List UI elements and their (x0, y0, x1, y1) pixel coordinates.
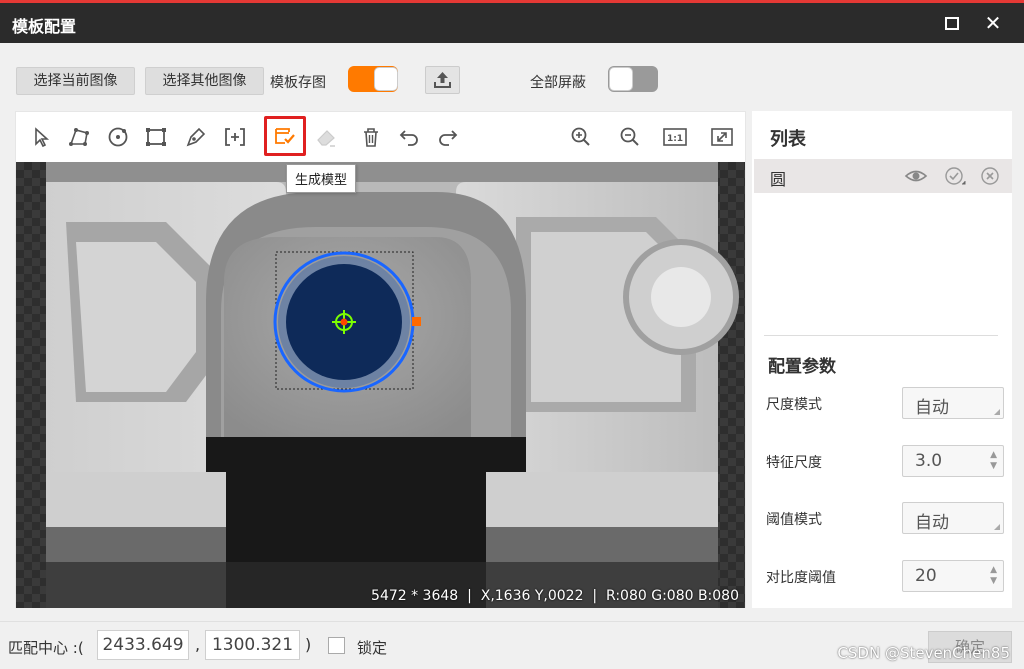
pen-icon[interactable] (183, 124, 209, 150)
title-bar: 模板配置 ✕ (0, 3, 1024, 43)
polygon-icon[interactable] (66, 124, 92, 150)
check-circle-icon[interactable] (944, 166, 966, 186)
maximize-button[interactable] (938, 9, 966, 37)
remove-circle-icon[interactable] (980, 166, 1002, 186)
generate-model-button[interactable] (264, 116, 306, 156)
drawing-toolbar: 1:1 (16, 112, 745, 162)
template-save-image-label: 模板存图 (270, 75, 326, 91)
actual-size-icon[interactable]: 1:1 (662, 124, 688, 150)
select-current-image-button[interactable]: 选择当前图像 (16, 67, 135, 95)
rectangle-icon[interactable] (143, 124, 169, 150)
generate-model-icon (275, 128, 295, 144)
close-button[interactable]: ✕ (979, 9, 1007, 37)
image-resolution: 5472 * 3648 (371, 588, 459, 604)
window-title: 模板配置 (12, 17, 77, 36)
param-label-contrast-threshold: 对比度阈值 (766, 570, 836, 586)
dialog-body: 选择当前图像 选择其他图像 模板存图 全部屏蔽 1:1 5472 * 3648 … (0, 43, 1024, 669)
upload-icon (434, 72, 451, 88)
feature-scale-value: 3.0 (915, 451, 943, 471)
spin-arrows-icon[interactable]: ▲ ▼ (990, 565, 997, 587)
eraser-icon[interactable] (313, 124, 339, 150)
coord-close-paren: ) (305, 635, 312, 654)
contrast-threshold-value: 20 (915, 566, 937, 586)
match-center-y-field[interactable]: 1300.321 (205, 630, 300, 660)
redo-icon[interactable] (435, 124, 461, 150)
dropdown-corner-icon (994, 409, 1000, 415)
delete-icon[interactable] (358, 124, 384, 150)
param-label-threshold-mode: 阈值模式 (766, 512, 822, 528)
select-arrow-icon[interactable] (28, 124, 54, 150)
upload-button[interactable] (425, 66, 460, 94)
right-panel: 列表 圆 配置参数 尺度模式 自动 特征尺度 3.0 ▲ ▼ 阈值模式 自动 对… (752, 111, 1012, 608)
bottom-bar: 匹配中心 :( 2433.649 , 1300.321 ) 锁定 确定 CSDN… (0, 621, 1024, 669)
circle-icon[interactable] (105, 124, 131, 150)
undo-icon[interactable] (396, 124, 422, 150)
toggle-knob (374, 67, 398, 91)
scale-mode-value: 自动 (915, 398, 949, 418)
params-title: 配置参数 (768, 357, 836, 377)
list-item-name: 圆 (770, 170, 787, 189)
add-region-icon[interactable] (222, 124, 248, 150)
scale-mode-select[interactable]: 自动 (902, 387, 1004, 419)
zoom-out-icon[interactable] (617, 124, 643, 150)
pixel-rgb: R:080 G:080 B:080 (606, 588, 739, 604)
watermark-text: CSDN @StevenChen85 (837, 644, 1010, 662)
contrast-threshold-stepper[interactable]: 20 ▲ ▼ (902, 560, 1004, 592)
toggle-knob (609, 67, 633, 91)
match-center-label: 匹配中心 :( (8, 639, 84, 657)
template-save-image-toggle[interactable] (348, 66, 398, 92)
select-other-image-button[interactable]: 选择其他图像 (145, 67, 264, 95)
close-icon: ✕ (984, 11, 1002, 35)
svg-text:1:1: 1:1 (667, 134, 683, 144)
threshold-mode-select[interactable]: 自动 (902, 502, 1004, 534)
cursor-position: X,1636 Y,0022 (480, 588, 584, 604)
fit-window-icon[interactable] (709, 124, 735, 150)
zoom-in-icon[interactable] (568, 124, 594, 150)
eye-icon[interactable] (904, 166, 928, 186)
camera-image (16, 162, 745, 608)
status-separator: | (462, 588, 477, 604)
list-title: 列表 (770, 129, 806, 150)
threshold-mode-value: 自动 (915, 513, 949, 533)
mask-all-label: 全部屏蔽 (530, 75, 586, 91)
list-item[interactable]: 圆 (754, 159, 1012, 193)
spin-arrows-icon[interactable]: ▲ ▼ (990, 450, 997, 472)
dropdown-corner-icon (994, 524, 1000, 530)
feature-scale-stepper[interactable]: 3.0 ▲ ▼ (902, 445, 1004, 477)
image-status-line: 5472 * 3648 | X,1636 Y,0022 | R:080 G:08… (371, 588, 739, 604)
image-canvas-panel: 1:1 5472 * 3648 | X,1636 Y,0022 | R:080 … (15, 111, 746, 608)
maximize-icon (945, 17, 959, 30)
coord-comma: , (195, 635, 201, 654)
param-label-feature-scale: 特征尺度 (766, 455, 822, 471)
lock-checkbox[interactable] (328, 637, 345, 654)
tooltip-generate-model: 生成模型 (286, 164, 357, 193)
status-separator: | (587, 588, 602, 604)
mask-all-toggle[interactable] (608, 66, 658, 92)
match-center-x-field[interactable]: 2433.649 (97, 630, 189, 660)
lock-label: 锁定 (357, 639, 388, 657)
divider (764, 335, 998, 336)
image-view[interactable]: 5472 * 3648 | X,1636 Y,0022 | R:080 G:08… (16, 162, 745, 608)
param-label-scale-mode: 尺度模式 (766, 397, 822, 413)
